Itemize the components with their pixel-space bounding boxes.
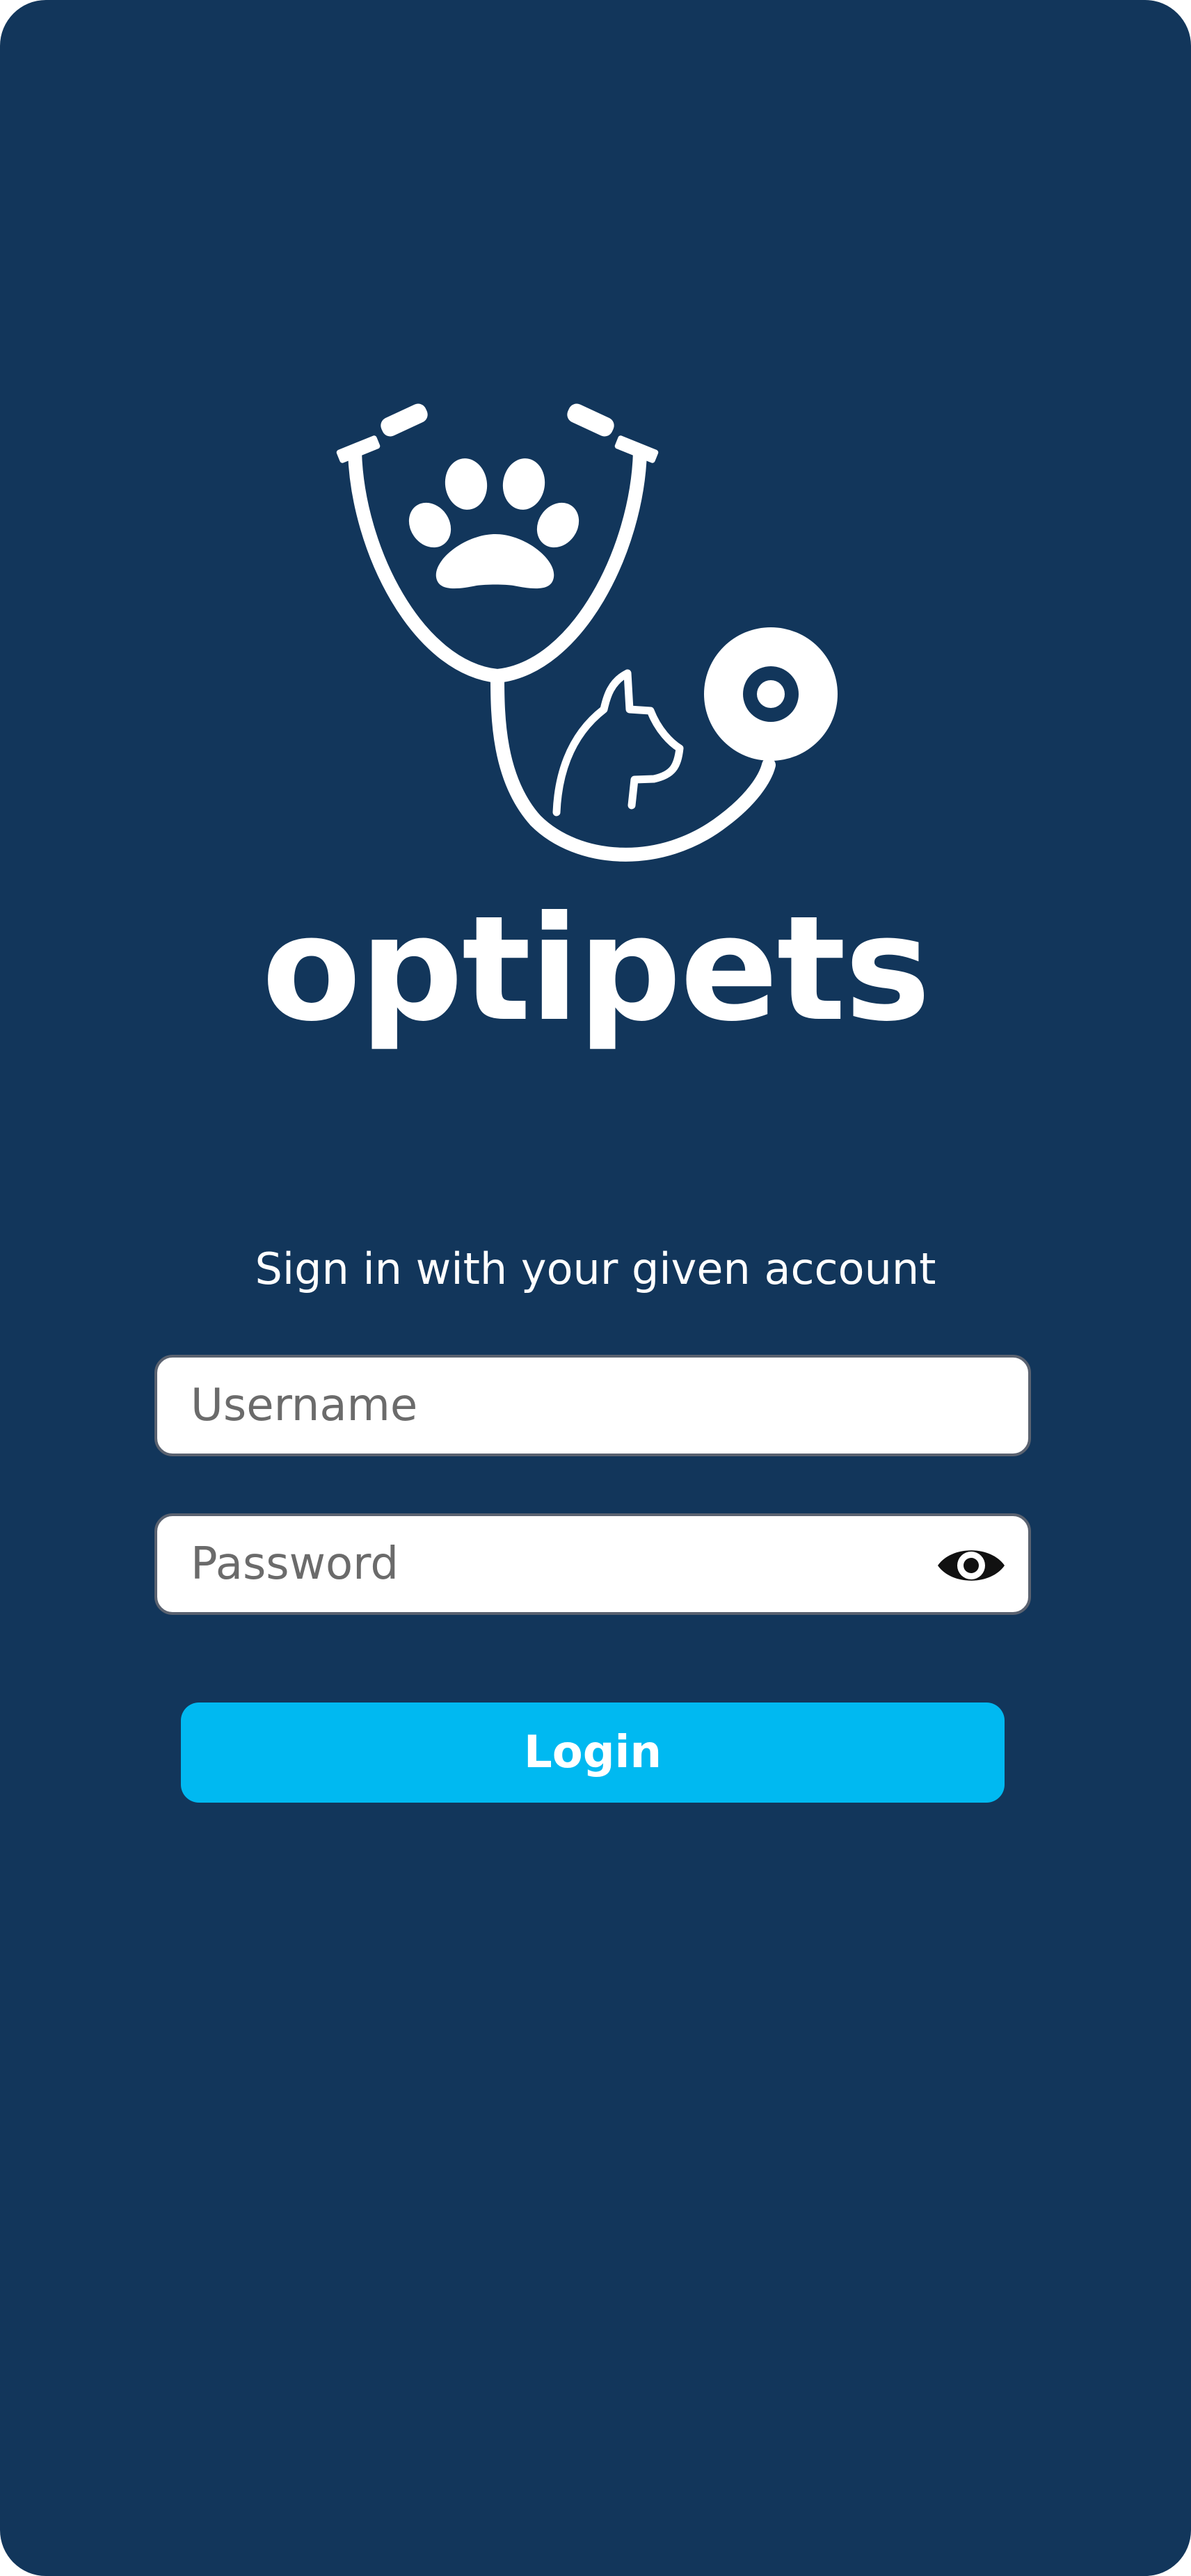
stethoscope-paw-cat-logo (336, 403, 838, 862)
login-button[interactable]: Login (181, 1702, 1005, 1803)
eye-icon[interactable] (935, 1541, 1007, 1590)
brand-wordmark: optipets (262, 885, 931, 1054)
login-screen: optipets Sign in with your given account… (0, 0, 1191, 2576)
sign-in-heading: Sign in with your given account (255, 1243, 936, 1294)
password-input[interactable] (191, 1516, 921, 1612)
username-field[interactable] (154, 1355, 1031, 1456)
password-field[interactable] (154, 1513, 1031, 1615)
username-input[interactable] (191, 1358, 998, 1454)
